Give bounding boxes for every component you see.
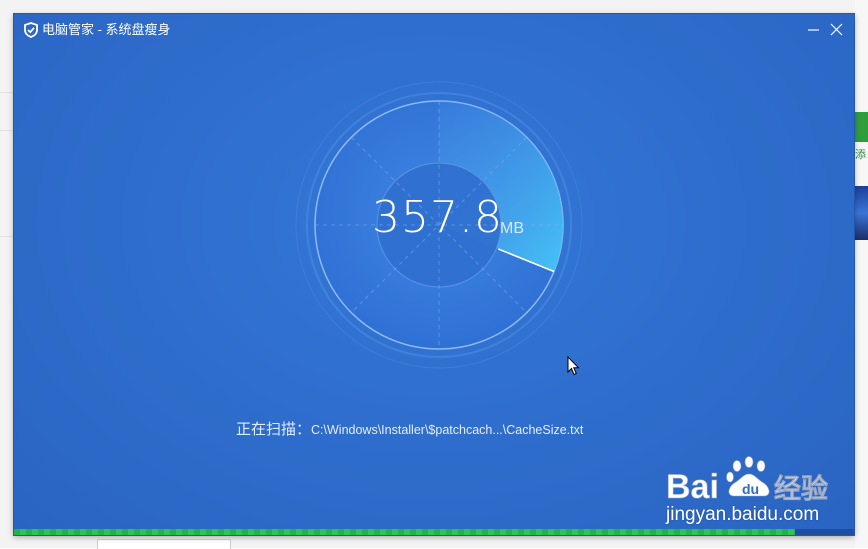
scan-current-path: C:\Windows\Installer\$patchcach...\Cache… <box>311 423 584 437</box>
shield-icon <box>23 22 39 38</box>
scan-status-label: 正在扫描： <box>236 421 312 438</box>
background-divider <box>0 236 14 237</box>
background-thumbnail <box>855 186 868 240</box>
baidu-logo: Bai du 经验 <box>666 456 828 504</box>
close-button[interactable] <box>827 20 847 40</box>
scan-progress-bar <box>14 529 854 535</box>
background-contact-icon <box>855 112 868 142</box>
baidu-url-text: jingyan.baidu.com <box>666 504 820 525</box>
title-bar[interactable]: 电脑管家 - 系统盘瘦身 <box>14 14 854 46</box>
svg-text:du: du <box>742 481 759 497</box>
svg-text:经验: 经验 <box>774 473 828 504</box>
background-side-text: 添 <box>855 149 866 161</box>
mouse-cursor-icon <box>567 356 580 376</box>
scanned-size-value: 357.8 <box>372 192 503 243</box>
background-side-panel <box>855 0 868 548</box>
scan-status: 正在扫描：C:\Windows\Installer\$patchcach...\… <box>236 418 583 439</box>
scan-progress-fill <box>14 529 796 535</box>
background-divider <box>0 92 14 93</box>
window-title: 电脑管家 - 系统盘瘦身 <box>42 22 171 37</box>
minimize-icon <box>808 29 819 31</box>
background-divider <box>0 130 14 131</box>
baidu-jingyan-watermark: Bai du 经验 jingyan.baidu.com <box>664 452 834 528</box>
svg-text:Bai: Bai <box>666 468 719 504</box>
scanned-size-unit: MB <box>500 220 524 237</box>
close-icon <box>830 23 843 36</box>
minimize-button[interactable] <box>804 20 824 40</box>
